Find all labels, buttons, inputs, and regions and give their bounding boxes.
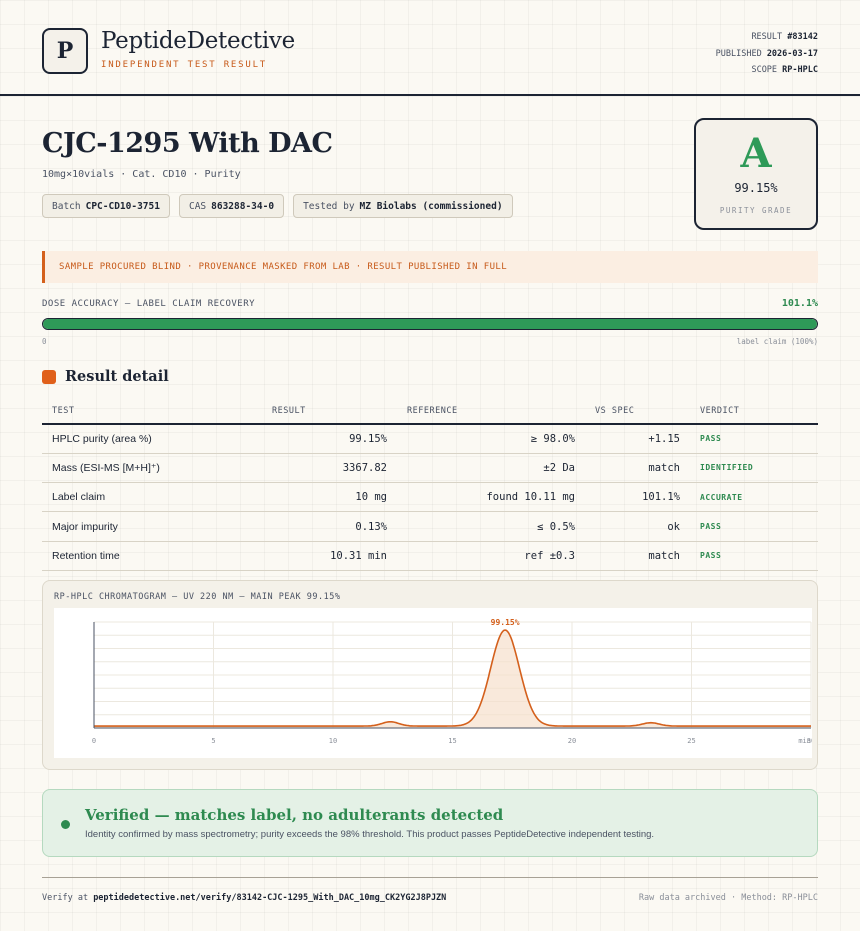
logo-letter: P: [56, 38, 74, 64]
batch-value: CPC-CD10-3751: [85, 200, 160, 212]
cell-reference: found 10.11 mg: [397, 482, 585, 513]
table-row: HPLC purity (area %) 99.15% ≥ 98.0% +1.1…: [42, 424, 818, 454]
product-subtitle: 10mg×10vials · Cat. CD10 · Purity: [42, 169, 241, 180]
product-chips: Batch CPC-CD10-3751 CAS 863288-34-0 Tested…: [42, 194, 513, 218]
cell-test: Mass (ESI-MS [M+H]⁺): [42, 453, 262, 484]
cas-label: CAS: [188, 200, 207, 212]
purity-grade-card: A 99.15% PURITY GRADE: [694, 118, 818, 230]
cell-test: HPLC purity (area %): [42, 424, 262, 454]
chromatogram-title: RP-HPLC CHROMATOGRAM — UV 220 NM — MAIN …: [54, 592, 341, 602]
verified-dot-icon: [61, 820, 70, 829]
chromatogram-panel: RP-HPLC CHROMATOGRAM — UV 220 NM — MAIN …: [42, 580, 818, 770]
cell-vs-spec: +1.15: [585, 424, 690, 454]
table-row: Mass (ESI-MS [M+H]⁺) 3367.82 ±2 Da match…: [42, 453, 818, 484]
verified-title: Verified — matches label, no adulterants…: [85, 806, 504, 824]
brand-logo: P: [42, 28, 88, 74]
cell-vs-spec: 101.1%: [585, 482, 690, 513]
x-tick-label: 0: [92, 737, 96, 745]
col-header-test: TEST: [42, 398, 262, 425]
x-tick-unit: min: [798, 737, 811, 745]
cell-verdict: ACCURATE: [690, 482, 818, 513]
dose-accuracy-bar: [42, 318, 818, 330]
section-marker: [42, 370, 56, 384]
col-header-result: RESULT: [262, 398, 397, 425]
batch-chip: Batch CPC-CD10-3751: [42, 194, 170, 218]
table-row: Major impurity 0.13% ≤ 0.5% ok PASS: [42, 511, 818, 542]
dose-max-label: label claim (100%): [736, 337, 818, 346]
footer-divider: [42, 877, 818, 878]
meta-result-label: RESULT: [751, 32, 783, 42]
section-title: Result detail: [65, 368, 169, 385]
dose-accuracy-label: DOSE ACCURACY — LABEL CLAIM RECOVERY: [42, 299, 256, 309]
cell-reference: ≥ 98.0%: [397, 424, 585, 454]
tested-by-value: MZ Biolabs (commissioned): [359, 200, 503, 212]
grade-percent: 99.15%: [734, 181, 778, 195]
cell-result: 10.31 min: [262, 541, 397, 571]
tested-by-chip: Tested by MZ Biolabs (commissioned): [293, 194, 513, 218]
x-tick-label: 5: [211, 737, 215, 745]
product-title: CJC-1295 With DAC: [42, 128, 333, 159]
cell-test: Retention time: [42, 541, 262, 571]
cell-verdict: IDENTIFIED: [690, 453, 818, 484]
chromatogram-chart: 051015202530min99.15%: [54, 608, 812, 758]
col-header-reference: REFERENCE: [397, 398, 585, 425]
cell-test: Major impurity: [42, 511, 262, 542]
x-tick-label: 10: [329, 737, 337, 745]
meta-scope-value: RP-HPLC: [782, 65, 818, 75]
cell-verdict: PASS: [690, 541, 818, 571]
provenance-banner: SAMPLE PROCURED BLIND · PROVENANCE MASKE…: [42, 251, 818, 283]
dose-accuracy-fill: [43, 319, 817, 329]
cell-vs-spec: match: [585, 453, 690, 484]
x-tick-label: 20: [568, 737, 576, 745]
cell-reference: ±2 Da: [397, 453, 585, 484]
cell-verdict: PASS: [690, 511, 818, 542]
cell-result: 99.15%: [262, 424, 397, 454]
col-header-vs-spec: VS SPEC: [585, 398, 690, 425]
x-tick-label: 25: [687, 737, 695, 745]
grade-letter: A: [740, 130, 772, 177]
table-row: Label claim 10 mg found 10.11 mg 101.1% …: [42, 482, 818, 513]
results-table: TEST RESULT REFERENCE VS SPEC VERDICT HP…: [42, 398, 818, 571]
brand-tagline: INDEPENDENT TEST RESULT: [101, 60, 268, 70]
x-tick-label: 15: [448, 737, 456, 745]
cas-value: 863288-34-0: [211, 200, 275, 212]
brand-name: PeptideDetective: [101, 28, 295, 54]
cas-chip: CAS 863288-34-0: [178, 194, 285, 218]
result-meta: RESULT #83142 PUBLISHED 2026-03-17 SCOPE…: [716, 29, 818, 79]
batch-label: Batch: [52, 200, 81, 212]
verify-line: Verify at peptidedetective.net/verify/83…: [42, 893, 446, 903]
verify-prefix: Verify at: [42, 893, 89, 903]
dose-accuracy-value: 101.1%: [781, 298, 818, 309]
footer-method: Raw data archived · Method: RP-HPLC: [638, 893, 818, 903]
grade-label: PURITY GRADE: [719, 206, 793, 215]
chart-plot-background: [54, 608, 812, 758]
verify-link[interactable]: peptidedetective.net/verify/83142-CJC-12…: [93, 893, 446, 903]
cell-result: 10 mg: [262, 482, 397, 513]
cell-reference: ≤ 0.5%: [397, 511, 585, 542]
tested-by-label: Tested by: [303, 200, 355, 212]
header-divider: [0, 94, 860, 96]
meta-result: RESULT #83142: [716, 29, 818, 46]
cell-test: Label claim: [42, 482, 262, 513]
cell-verdict: PASS: [690, 424, 818, 454]
cell-result: 0.13%: [262, 511, 397, 542]
peak-label: 99.15%: [491, 618, 520, 627]
verified-text: Identity confirmed by mass spectrometry;…: [85, 829, 655, 840]
meta-scope: SCOPE RP-HPLC: [716, 62, 818, 79]
cell-result: 3367.82: [262, 453, 397, 484]
meta-published-label: PUBLISHED: [715, 48, 762, 59]
cell-vs-spec: match: [585, 541, 690, 571]
meta-result-value: #83142: [787, 32, 818, 42]
cell-vs-spec: ok: [585, 511, 690, 542]
meta-scope-label: SCOPE: [751, 65, 778, 75]
meta-published-value: 2026-03-17: [766, 48, 818, 59]
table-header-row: TEST RESULT REFERENCE VS SPEC VERDICT: [42, 398, 818, 425]
dose-min-label: 0: [42, 337, 47, 346]
col-header-verdict: VERDICT: [690, 398, 818, 425]
table-row: Retention time 10.31 min ref ±0.3 match …: [42, 541, 818, 571]
verified-panel: Verified — matches label, no adulterants…: [42, 789, 818, 857]
meta-published: PUBLISHED 2026-03-17: [716, 46, 818, 63]
cell-reference: ref ±0.3: [397, 541, 585, 571]
